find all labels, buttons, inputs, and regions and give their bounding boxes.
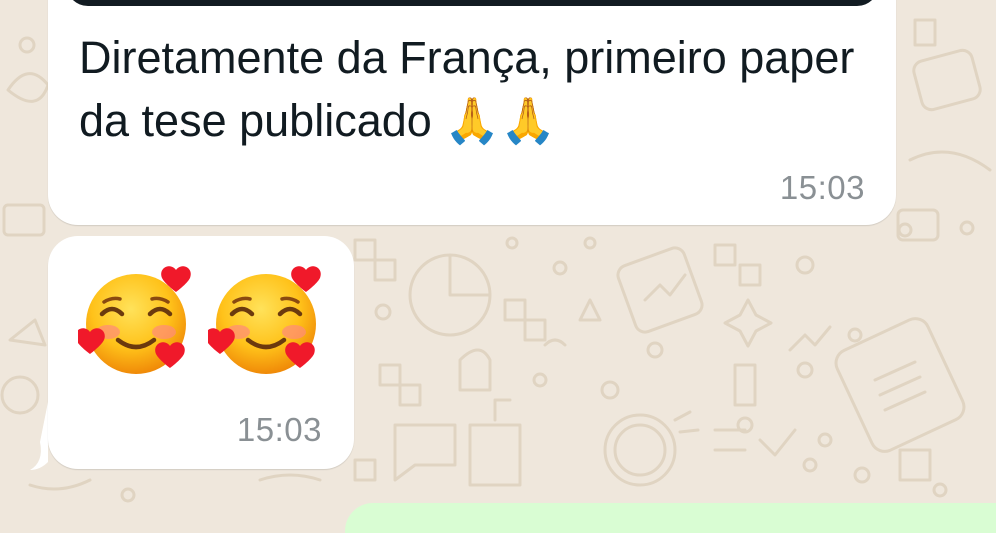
incoming-emoji-message-bubble[interactable]: 15:03	[48, 236, 354, 469]
emoji-content	[78, 262, 324, 378]
message-timestamp: 15:03	[779, 169, 865, 206]
incoming-message-bubble[interactable]: Diretamente da França, primeiro paper da…	[48, 0, 896, 225]
message-text: Diretamente da França, primeiro paper da…	[79, 32, 855, 146]
quoted-media-preview[interactable]	[66, 0, 879, 6]
outgoing-message-bubble-partial[interactable]	[345, 503, 996, 533]
smiling-face-with-hearts-icon	[78, 266, 191, 374]
smiling-face-with-hearts-icon	[208, 266, 321, 374]
message-timestamp: 15:03	[236, 411, 322, 448]
